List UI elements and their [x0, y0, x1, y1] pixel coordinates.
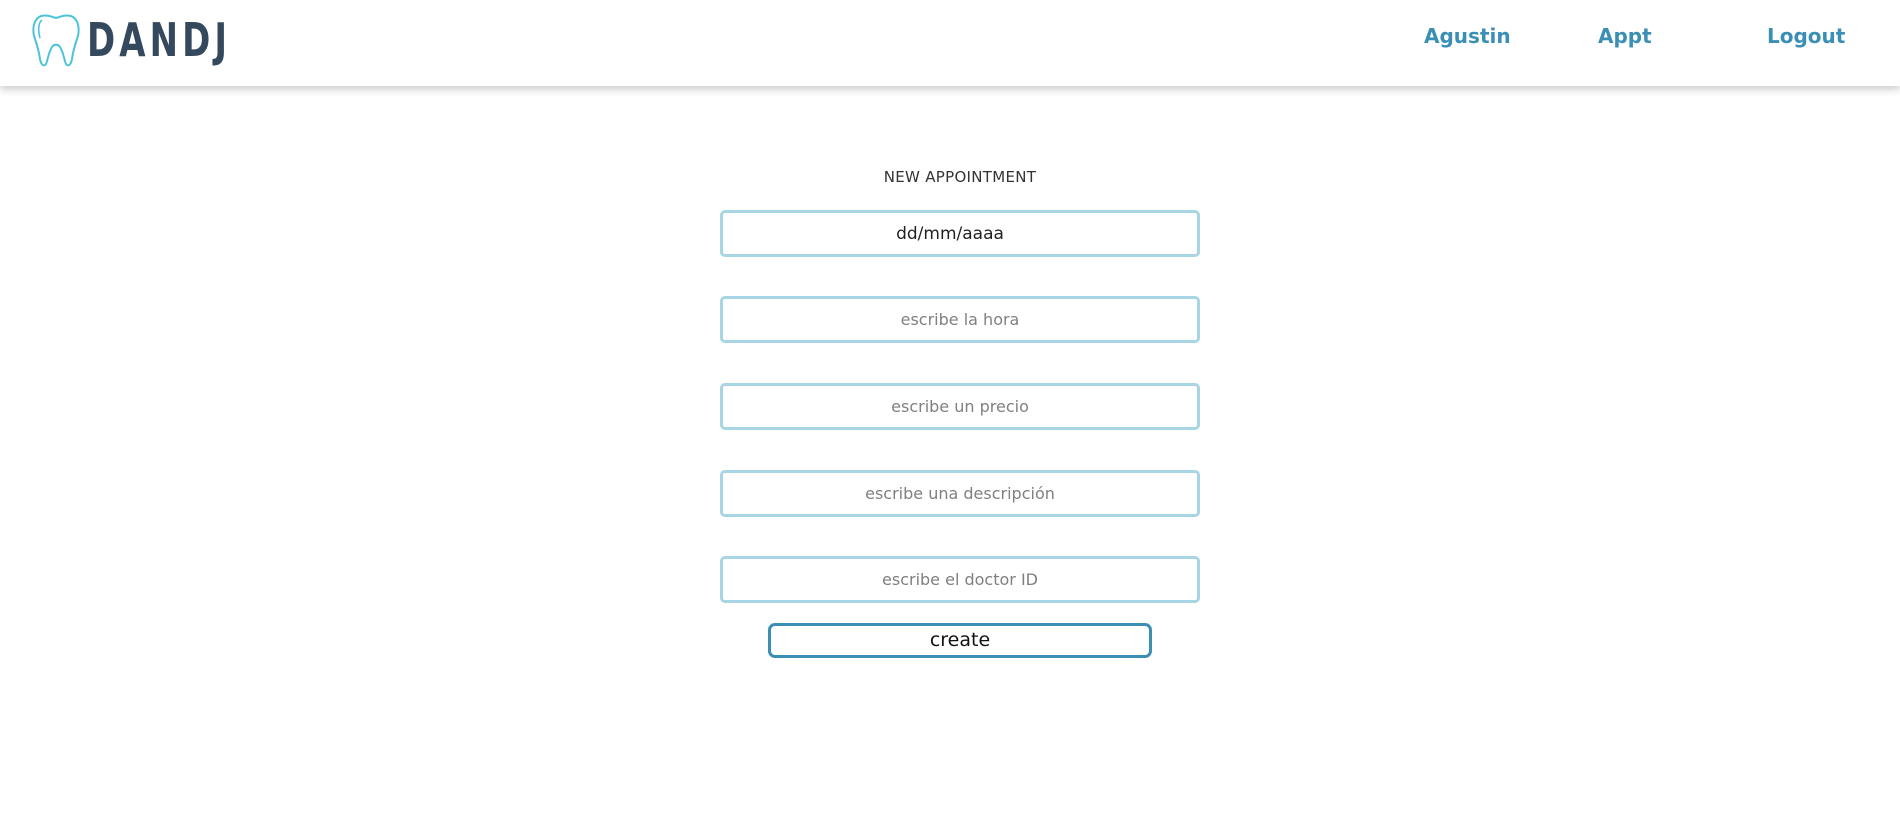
- form-title: NEW APPOINTMENT: [883, 168, 1037, 186]
- price-input[interactable]: [720, 383, 1200, 430]
- description-input[interactable]: [720, 470, 1200, 517]
- nav-logout-link[interactable]: Logout: [1767, 24, 1845, 48]
- tooth-icon: [32, 14, 80, 67]
- top-navbar: DANDJ Agustin Appt Logout: [0, 0, 1900, 86]
- create-button[interactable]: create: [768, 623, 1152, 658]
- nav-user-link[interactable]: Agustin: [1424, 24, 1511, 48]
- brand-name: DANDJ: [87, 13, 232, 67]
- logo[interactable]: DANDJ: [29, 10, 263, 70]
- date-input[interactable]: dd/mm/aaaa: [720, 210, 1200, 257]
- date-input-value: dd/mm/aaaa: [896, 223, 1004, 244]
- nav-appt-link[interactable]: Appt: [1598, 24, 1652, 48]
- doctor-id-input[interactable]: [720, 556, 1200, 603]
- time-input[interactable]: [720, 296, 1200, 343]
